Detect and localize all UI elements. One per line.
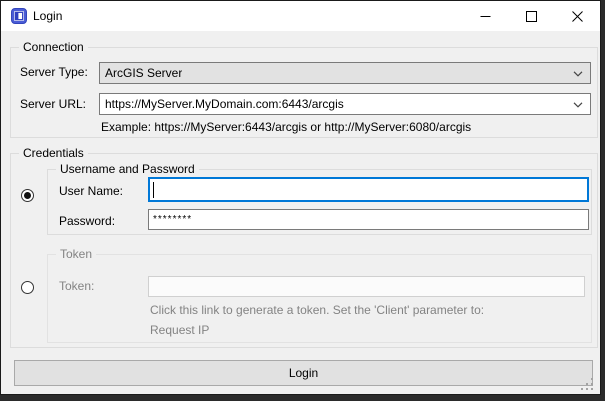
resize-grip[interactable] xyxy=(580,377,594,391)
minimize-icon xyxy=(480,11,491,22)
server-type-combobox[interactable]: ArcGIS Server xyxy=(99,62,591,84)
server-url-example-text: Example: https://MyServer:6443/arcgis or… xyxy=(101,120,471,134)
credentials-group: Credentials Username and Password User N… xyxy=(10,153,598,348)
chevron-down-icon xyxy=(573,102,583,108)
server-type-value: ArcGIS Server xyxy=(105,66,182,80)
connection-group-label: Connection xyxy=(19,40,88,55)
username-password-group: Username and Password User Name: Passwor… xyxy=(47,169,592,235)
window-title: Login xyxy=(33,9,62,23)
maximize-icon xyxy=(526,11,537,22)
password-label: Password: xyxy=(59,214,115,228)
chevron-down-icon xyxy=(573,71,583,77)
user-name-input[interactable] xyxy=(148,177,589,202)
app-icon xyxy=(11,8,27,24)
token-help-text: Click this link to generate a token. Set… xyxy=(150,303,484,317)
minimize-button[interactable] xyxy=(462,1,508,31)
close-button[interactable] xyxy=(554,1,600,31)
title-bar: Login xyxy=(1,1,600,31)
server-url-combobox[interactable]: https://MyServer.MyDomain.com:6443/arcgi… xyxy=(99,93,591,115)
request-ip-text: Request IP xyxy=(150,323,209,337)
token-label: Token: xyxy=(59,279,94,293)
screen: Login Connection Server Type: ArcGIS Ser… xyxy=(0,0,605,401)
login-button[interactable]: Login xyxy=(14,360,593,386)
password-input[interactable] xyxy=(148,209,589,230)
credentials-group-label: Credentials xyxy=(19,146,88,161)
login-dialog: Login Connection Server Type: ArcGIS Ser… xyxy=(0,0,601,395)
token-input xyxy=(148,276,585,297)
close-icon xyxy=(572,11,583,22)
token-group: Token Token: Click this link to generate… xyxy=(47,254,592,343)
maximize-button[interactable] xyxy=(508,1,554,31)
window-controls xyxy=(462,1,600,31)
server-url-label: Server URL: xyxy=(20,97,86,111)
username-password-radio[interactable] xyxy=(21,189,34,202)
token-radio[interactable] xyxy=(21,281,34,294)
server-type-label: Server Type: xyxy=(20,65,88,79)
user-name-label: User Name: xyxy=(59,184,123,198)
connection-group: Connection Server Type: ArcGIS Server Se… xyxy=(10,47,598,138)
server-url-value: https://MyServer.MyDomain.com:6443/arcgi… xyxy=(105,97,344,111)
username-password-group-label: Username and Password xyxy=(56,162,199,177)
token-group-label: Token xyxy=(56,247,96,262)
